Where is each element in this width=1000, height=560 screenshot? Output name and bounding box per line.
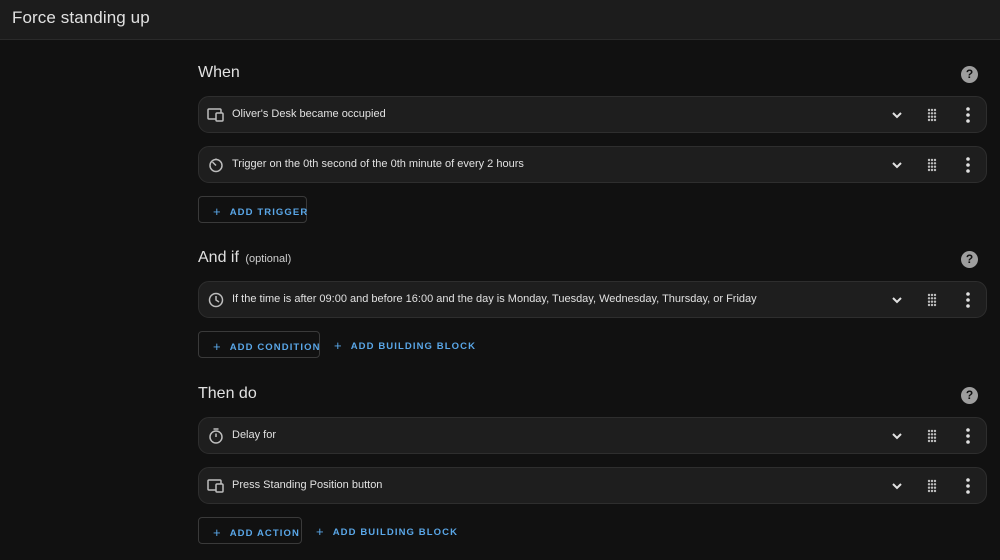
top-bar: Force standing up xyxy=(0,0,1000,40)
add-building-block-button[interactable]: + ADD BUILDING BLOCK xyxy=(302,517,457,544)
chevron-down-icon[interactable] xyxy=(891,294,903,306)
section-title: Then do xyxy=(198,385,257,402)
page-title: Force standing up xyxy=(12,8,150,27)
timer-icon xyxy=(209,158,223,173)
condition-row[interactable]: If the time is after 09:00 and before 16… xyxy=(198,281,987,318)
drag-handle-icon[interactable] xyxy=(927,158,937,172)
clock-icon xyxy=(208,292,224,308)
help-icon[interactable]: ? xyxy=(961,251,978,268)
chevron-down-icon[interactable] xyxy=(891,159,903,171)
chevron-down-icon[interactable] xyxy=(891,430,903,442)
device-icon xyxy=(207,108,224,122)
trigger-row[interactable]: Trigger on the 0th second of the 0th min… xyxy=(198,146,987,183)
condition-label: If the time is after 09:00 and before 16… xyxy=(232,293,757,305)
section-and-if-header: And if (optional) ? xyxy=(198,249,980,275)
more-vert-icon[interactable] xyxy=(965,107,971,123)
drag-handle-icon[interactable] xyxy=(927,108,937,122)
trigger-row[interactable]: Oliver's Desk became occupied xyxy=(198,96,987,133)
drag-handle-icon[interactable] xyxy=(927,479,937,493)
more-vert-icon[interactable] xyxy=(965,428,971,444)
section-then-do-header: Then do ? xyxy=(198,385,980,411)
plus-icon: + xyxy=(213,339,222,354)
more-vert-icon[interactable] xyxy=(965,478,971,494)
section-when-header: When ? xyxy=(198,64,980,90)
action-row[interactable]: Delay for xyxy=(198,417,987,454)
drag-handle-icon[interactable] xyxy=(927,293,937,307)
trigger-label: Oliver's Desk became occupied xyxy=(232,108,386,120)
add-condition-button[interactable]: + ADD CONDITION xyxy=(198,331,320,358)
help-icon[interactable]: ? xyxy=(961,387,978,404)
add-trigger-button[interactable]: + ADD TRIGGER xyxy=(198,196,307,223)
device-icon xyxy=(207,479,224,493)
optional-label: (optional) xyxy=(245,253,292,265)
add-action-button[interactable]: + ADD ACTION xyxy=(198,517,302,544)
plus-icon: + xyxy=(316,524,325,539)
stopwatch-icon xyxy=(209,428,223,444)
more-vert-icon[interactable] xyxy=(965,292,971,308)
plus-icon: + xyxy=(213,204,222,219)
more-vert-icon[interactable] xyxy=(965,157,971,173)
action-row[interactable]: Press Standing Position button xyxy=(198,467,987,504)
add-building-block-button[interactable]: + ADD BUILDING BLOCK xyxy=(320,331,475,358)
help-icon[interactable]: ? xyxy=(961,66,978,83)
plus-icon: + xyxy=(213,525,222,540)
action-label: Press Standing Position button xyxy=(232,479,383,491)
chevron-down-icon[interactable] xyxy=(891,480,903,492)
section-title: And if (optional) xyxy=(198,249,292,266)
plus-icon: + xyxy=(334,338,343,353)
chevron-down-icon[interactable] xyxy=(891,109,903,121)
section-title: When xyxy=(198,64,240,81)
action-label: Delay for xyxy=(232,429,277,441)
trigger-label: Trigger on the 0th second of the 0th min… xyxy=(232,158,524,170)
drag-handle-icon[interactable] xyxy=(927,429,937,443)
